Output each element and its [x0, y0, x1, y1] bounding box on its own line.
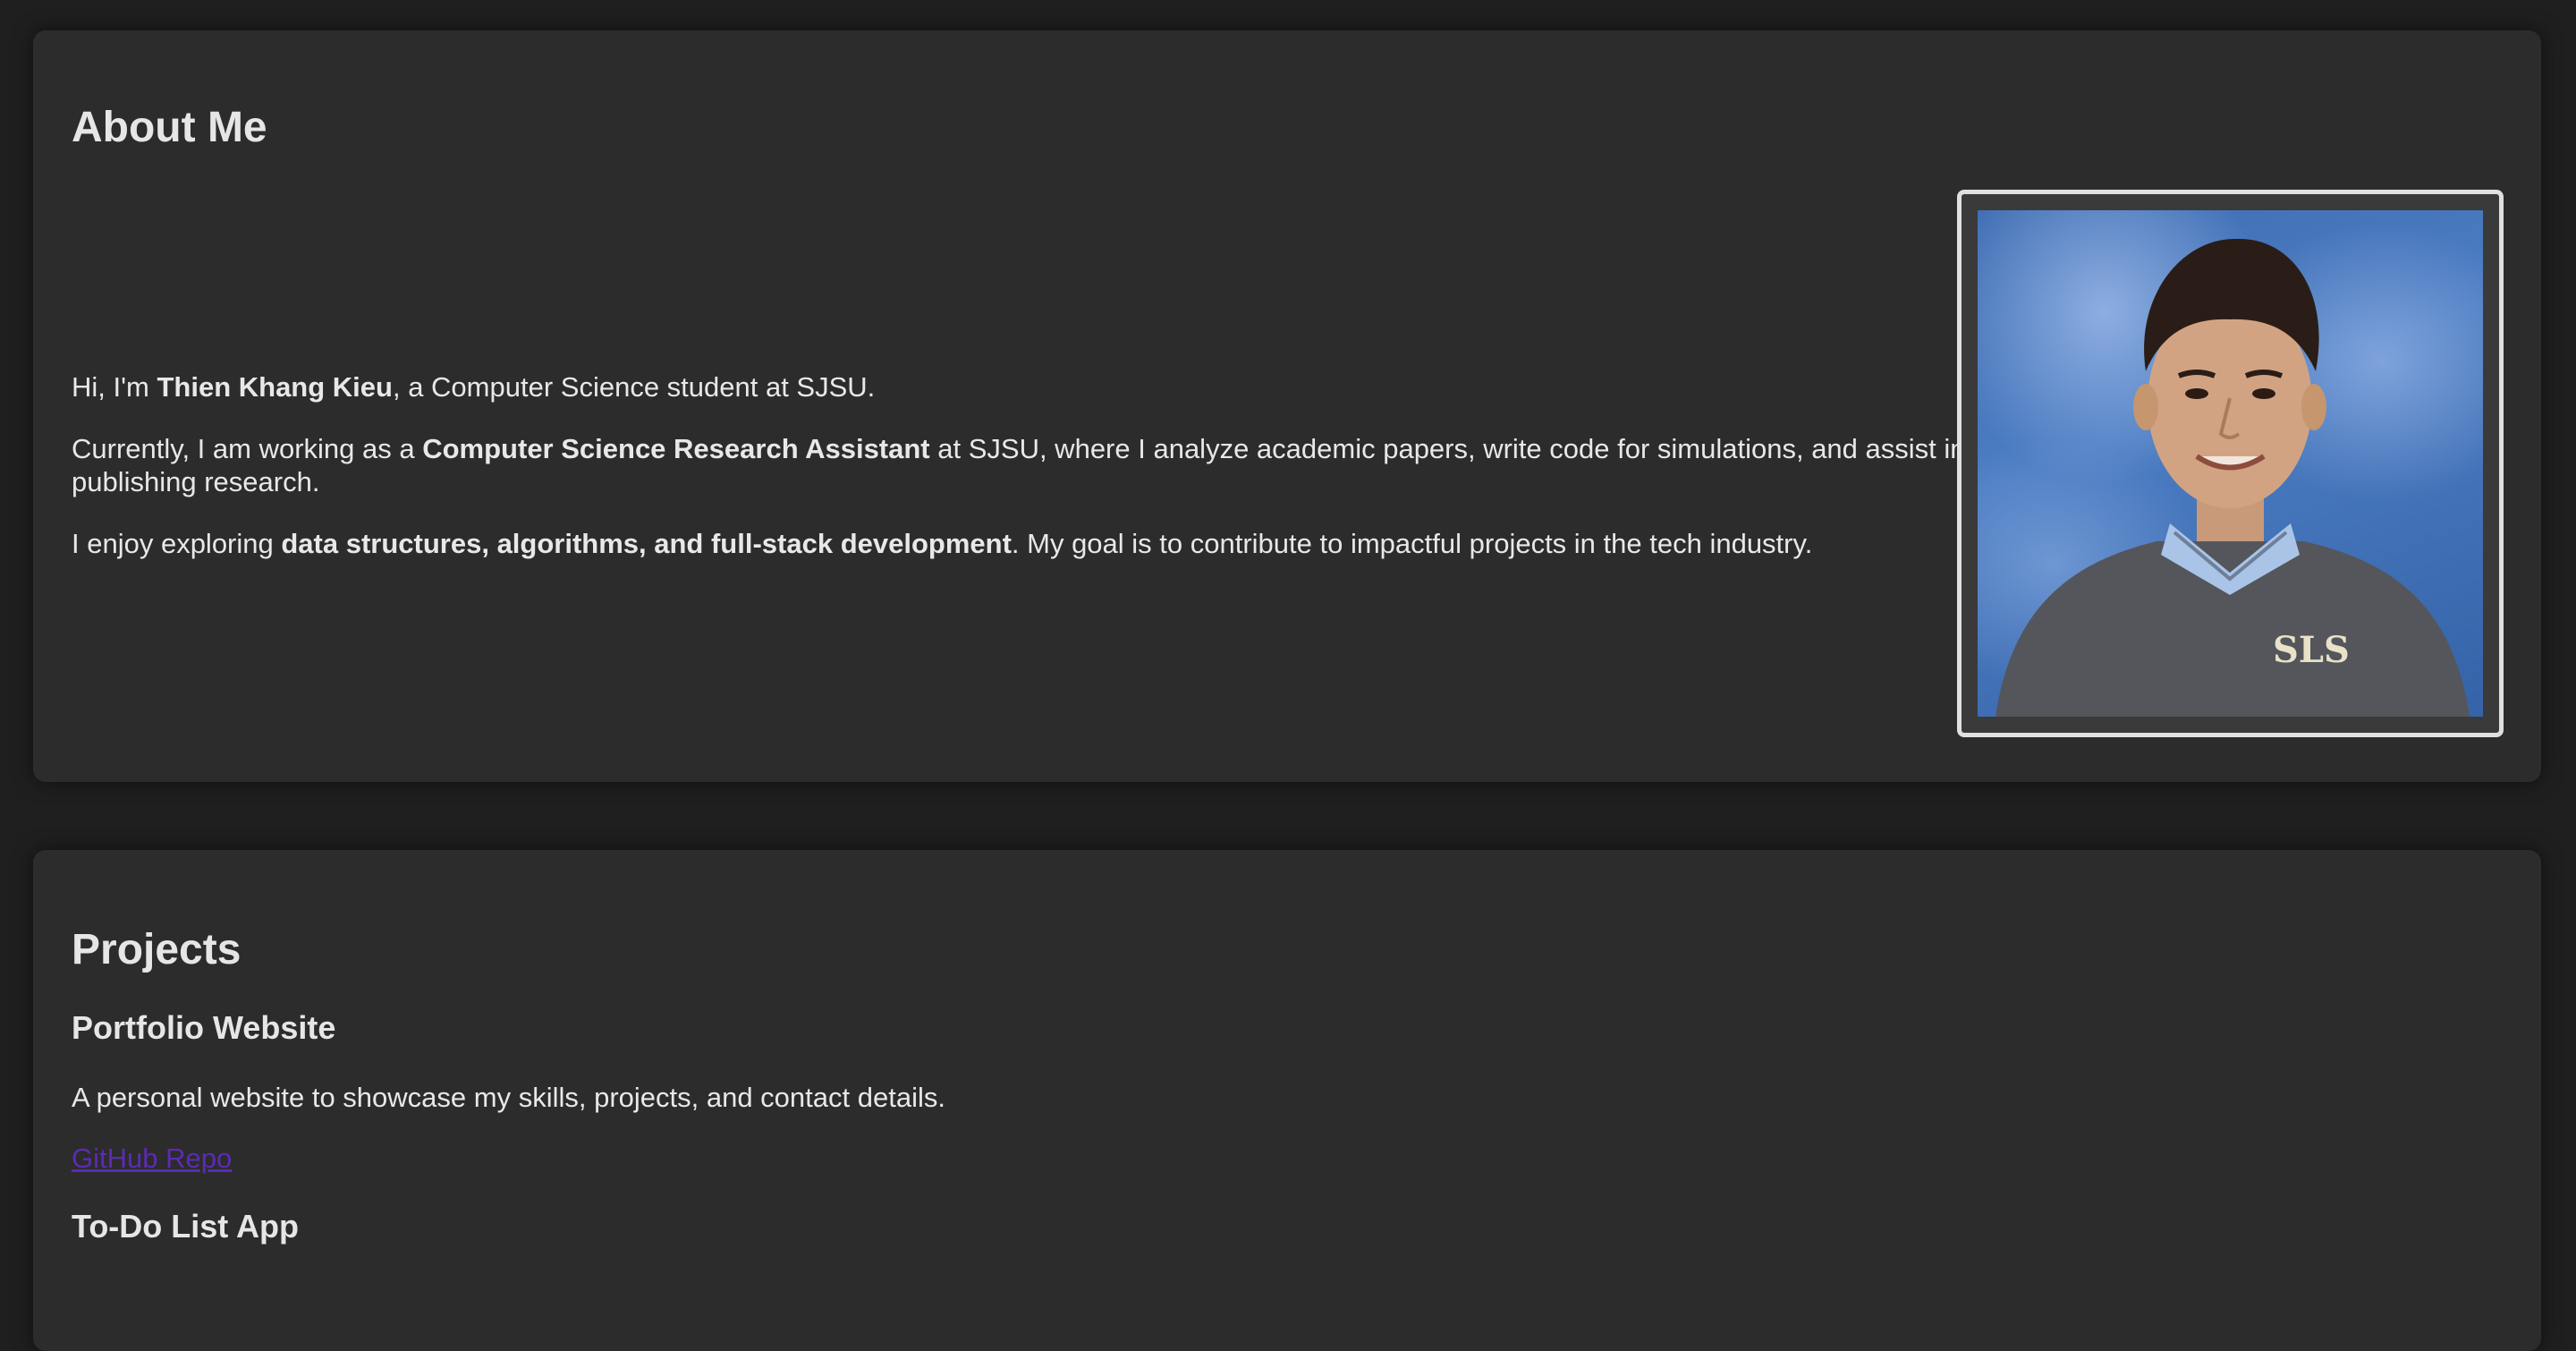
work-prefix: Currently, I am working as a — [72, 433, 423, 464]
intro-name: Thien Khang Kieu — [157, 371, 393, 403]
projects-section: Projects Portfolio Website A personal we… — [33, 850, 2541, 1351]
profile-photo-frame: SLS — [1957, 190, 2504, 737]
intro-paragraph: Hi, I'm Thien Khang Kieu, a Computer Sci… — [72, 370, 1968, 404]
intro-prefix: Hi, I'm — [72, 371, 157, 403]
interest-topics: data structures, algorithms, and full-st… — [281, 528, 1012, 559]
project-title: Portfolio Website — [72, 1009, 336, 1046]
project-title: To-Do List App — [72, 1208, 299, 1245]
project-description: A personal website to showcase my skills… — [72, 1082, 945, 1113]
github-repo-link[interactable]: GitHub Repo — [72, 1143, 232, 1175]
interest-suffix: . My goal is to contribute to impactful … — [1011, 528, 1813, 559]
projects-heading: Projects — [72, 926, 242, 973]
svg-text:SLS: SLS — [2273, 629, 2350, 671]
portrait-illustration: SLS — [1996, 238, 2470, 717]
interest-prefix: I enjoy exploring — [72, 528, 282, 559]
about-heading: About Me — [72, 104, 267, 151]
work-role: Computer Science Research Assistant — [422, 433, 930, 464]
about-text: Hi, I'm Thien Khang Kieu, a Computer Sci… — [72, 370, 1968, 589]
work-paragraph: Currently, I am working as a Computer Sc… — [72, 432, 1968, 498]
profile-photo: SLS — [1978, 210, 2483, 717]
about-section: About Me Hi, I'm Thien Khang Kieu, a Com… — [33, 30, 2541, 782]
interest-paragraph: I enjoy exploring data structures, algor… — [72, 527, 1968, 560]
intro-suffix: , a Computer Science student at SJSU. — [392, 371, 876, 403]
